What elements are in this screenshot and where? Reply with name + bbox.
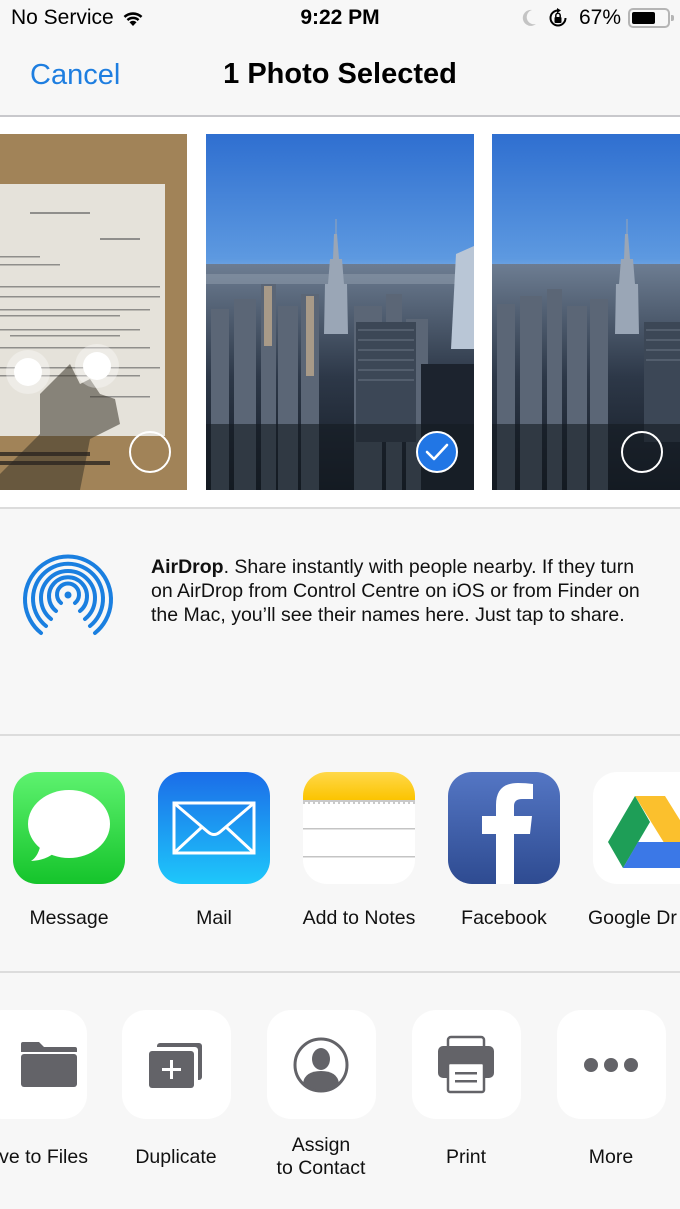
action-tile (0, 1010, 87, 1119)
more-icon (584, 1057, 638, 1072)
action-label: Assign to Contact (251, 1134, 391, 1180)
google-drive-icon (593, 772, 680, 884)
airdrop-icon (23, 554, 113, 635)
navigation-bar: Cancel 1 Photo Selected (0, 40, 680, 117)
app-label: Message (29, 907, 109, 929)
folder-icon (21, 1041, 77, 1087)
status-right: 67% (521, 6, 674, 30)
checkmark-icon (425, 443, 449, 461)
action-tile (411, 1010, 521, 1119)
share-app-facebook[interactable]: Facebook (434, 772, 574, 930)
photo-thumbnail[interactable] (0, 134, 187, 490)
app-label: Facebook (461, 907, 547, 929)
action-tile (556, 1010, 666, 1119)
action-label-line1: Assign (291, 1134, 351, 1156)
action-assign-to-contact[interactable]: Assign to Contact (251, 1010, 391, 1180)
contact-icon (293, 1037, 349, 1092)
action-tile (266, 1010, 376, 1119)
photo-thumbnail[interactable] (492, 134, 680, 490)
airdrop-body: . Share instantly with people nearby. If… (151, 556, 640, 626)
title-text: 1 Photo Selected (223, 58, 457, 90)
action-more[interactable]: More (541, 1010, 680, 1180)
action-tile (121, 1010, 231, 1119)
orientation-lock-icon (549, 8, 567, 27)
airdrop-description: AirDrop. Share instantly with people nea… (151, 555, 661, 627)
share-actions-row[interactable]: ve to Files Duplicate Assign to Contact (0, 973, 680, 1209)
share-app-notes[interactable]: Add to Notes (289, 772, 429, 930)
action-label: More (588, 1145, 634, 1168)
app-label: Add to Notes (302, 907, 416, 929)
action-label: Print (445, 1145, 487, 1168)
status-bar: No Service 9:22 PM 67% (0, 0, 680, 40)
battery-fill (632, 12, 655, 24)
action-print[interactable]: Print (396, 1010, 536, 1180)
moon-icon (522, 9, 536, 26)
battery-percent: 67% (578, 6, 621, 29)
photo-picker-strip[interactable] (0, 117, 680, 509)
messages-icon (13, 772, 125, 884)
printer-icon (438, 1035, 494, 1093)
share-app-mail[interactable]: Mail (144, 772, 284, 930)
action-save-to-files[interactable]: ve to Files (0, 1010, 102, 1180)
action-label: ve to Files (0, 1145, 88, 1168)
app-label: Mail (196, 907, 232, 929)
airdrop-section: AirDrop. Share instantly with people nea… (0, 509, 680, 736)
battery-icon (628, 8, 674, 28)
notes-icon (303, 772, 415, 884)
action-duplicate[interactable]: Duplicate (106, 1010, 246, 1180)
facebook-icon (448, 772, 560, 884)
mail-icon (158, 772, 270, 884)
airdrop-title: AirDrop (151, 556, 224, 578)
share-app-message[interactable]: Message (0, 772, 139, 930)
action-label-line2: to Contact (276, 1157, 366, 1179)
select-circle-unchecked[interactable] (129, 431, 171, 473)
select-circle-unchecked[interactable] (621, 431, 663, 473)
share-app-google-drive[interactable]: Google Dr (579, 772, 680, 930)
app-label: Google Dr (588, 907, 677, 929)
page-title: 1 Photo Selected (0, 58, 680, 91)
photo-thumbnail-selected[interactable] (206, 134, 474, 490)
select-circle-checked[interactable] (416, 431, 458, 473)
share-apps-row[interactable]: Message Mail Add to Notes Facebook Googl… (0, 736, 680, 973)
duplicate-icon (149, 1042, 202, 1088)
action-label: Duplicate (135, 1145, 217, 1168)
